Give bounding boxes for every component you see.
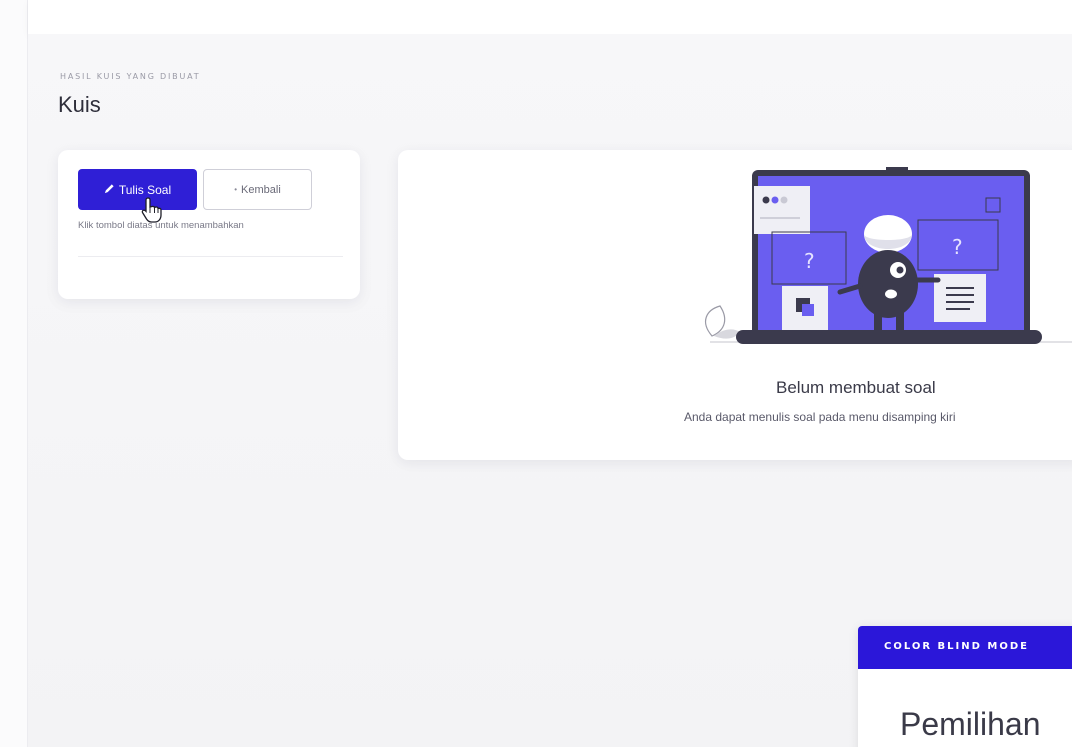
actions-card: Tulis Soal • Kembali Klik tombol diatas … <box>58 150 360 299</box>
top-bar <box>28 0 1072 34</box>
leaf-icon <box>704 305 740 339</box>
color-blind-header[interactable]: COLOR BLIND MODE <box>858 626 1072 669</box>
pencil-icon <box>104 183 115 197</box>
write-question-label: Tulis Soal <box>118 182 172 197</box>
back-label: Kembali <box>241 183 281 196</box>
page-subtitle: HASIL KUIS YANG DIBUAT <box>60 72 201 81</box>
svg-text:?: ? <box>804 249 815 273</box>
hand-pointer-icon <box>140 196 164 224</box>
write-question-button[interactable]: Tulis Soal <box>78 169 197 210</box>
back-button[interactable]: • Kembali <box>203 169 312 210</box>
empty-state-card: ? ? Belum membuat soal Anda dapat menuli… <box>398 150 1072 460</box>
empty-state-description: Anda dapat menulis soal pada menu disamp… <box>684 410 956 424</box>
color-blind-heading: Pemilihan <box>900 706 1041 742</box>
color-blind-panel[interactable]: COLOR BLIND MODE Pemilihan <box>858 626 1072 747</box>
page-title: Kuis <box>58 92 101 117</box>
svg-text:?: ? <box>952 235 963 259</box>
empty-state-title: Belum membuat soal <box>776 378 936 397</box>
empty-state-illustration: ? ? <box>690 162 1072 362</box>
dot-icon: • <box>234 185 238 194</box>
sidebar-strip <box>0 0 28 747</box>
divider <box>78 256 343 257</box>
